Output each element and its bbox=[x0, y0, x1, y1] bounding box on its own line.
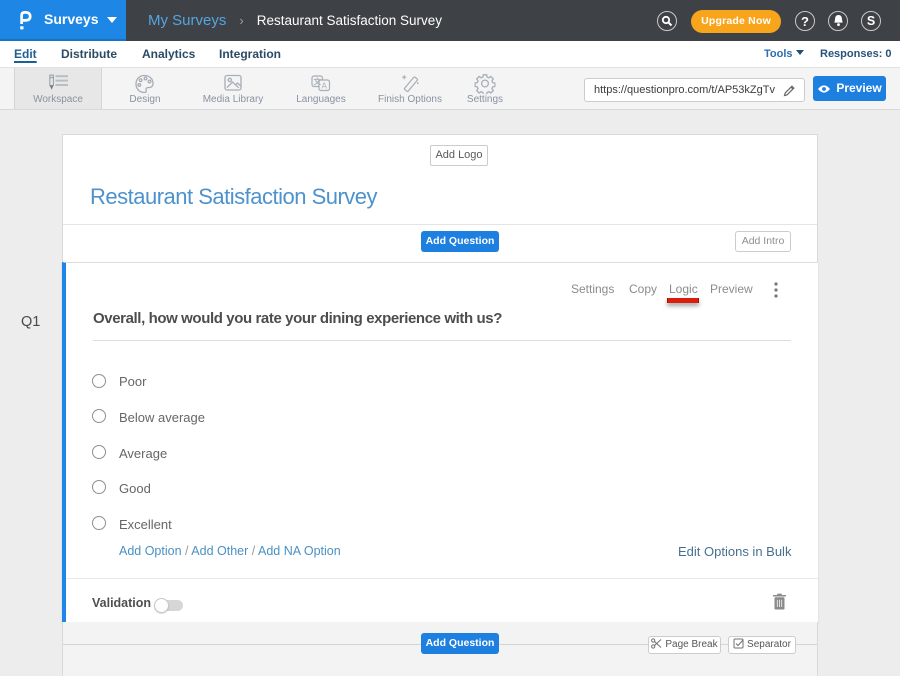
svg-text:A: A bbox=[322, 82, 328, 91]
svg-text:文: 文 bbox=[313, 76, 321, 86]
